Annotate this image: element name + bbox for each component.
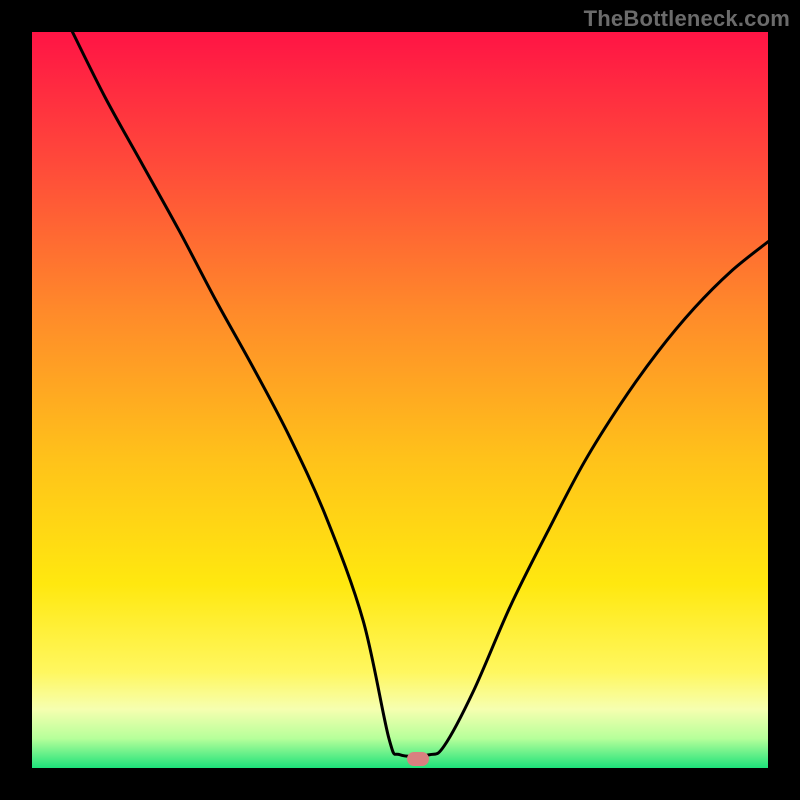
gradient-background — [32, 32, 768, 768]
plot-area — [32, 32, 768, 768]
min-marker — [407, 752, 429, 766]
watermark-label: TheBottleneck.com — [584, 6, 790, 32]
plot-svg — [32, 32, 768, 768]
chart-frame: TheBottleneck.com — [0, 0, 800, 800]
